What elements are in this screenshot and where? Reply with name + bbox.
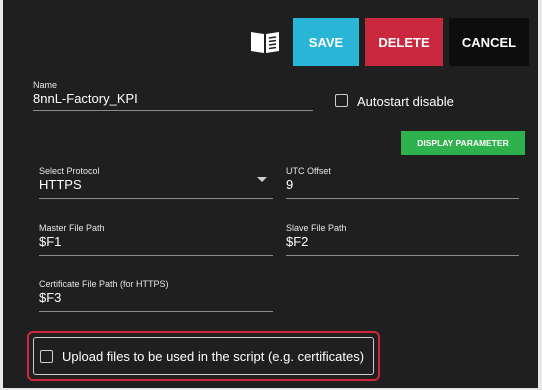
upload-files-highlight: Upload files to be used in the script (e…	[27, 331, 380, 381]
slave-file-path-field[interactable]: Slave File Path $F2	[286, 223, 519, 256]
protocol-underline	[39, 198, 273, 199]
master-file-path-underline	[39, 255, 273, 256]
slave-file-path-label: Slave File Path	[286, 223, 347, 233]
protocol-label: Select Protocol	[39, 166, 100, 176]
book-icon[interactable]	[249, 29, 281, 55]
delete-button[interactable]: DELETE	[365, 18, 443, 66]
certificate-file-path-value: $F3	[39, 290, 62, 305]
upload-files-checkbox[interactable]	[40, 350, 53, 363]
save-button[interactable]: SAVE	[293, 18, 359, 66]
master-file-path-label: Master File Path	[39, 223, 105, 233]
protocol-value: HTTPS	[39, 177, 82, 192]
job-settings-panel: SAVE DELETE CANCEL Name 8nnL-Factory_KPI…	[0, 0, 542, 390]
cancel-button[interactable]: CANCEL	[449, 18, 529, 66]
slave-file-path-value: $F2	[286, 234, 309, 249]
certificate-file-path-underline	[39, 311, 273, 312]
name-label: Name	[33, 80, 58, 90]
slave-file-path-underline	[286, 255, 519, 256]
utc-offset-underline	[286, 198, 519, 199]
upload-files-label: Upload files to be used in the script (e…	[62, 349, 365, 364]
autostart-label: Autostart disable	[357, 94, 454, 109]
chevron-down-icon[interactable]	[257, 177, 267, 182]
name-value: 8nnL-Factory_KPI	[33, 91, 138, 106]
display-parameter-button[interactable]: DISPLAY PARAMETER	[401, 131, 525, 155]
name-field[interactable]: Name 8nnL-Factory_KPI	[33, 80, 313, 111]
certificate-file-path-field[interactable]: Certificate File Path (for HTTPS) $F3	[39, 279, 273, 312]
master-file-path-value: $F1	[39, 234, 62, 249]
name-underline	[33, 110, 313, 111]
protocol-select[interactable]: Select Protocol HTTPS	[39, 166, 273, 199]
autostart-checkbox[interactable]	[335, 94, 348, 107]
master-file-path-field[interactable]: Master File Path $F1	[39, 223, 273, 256]
utc-offset-label: UTC Offset	[286, 166, 331, 176]
utc-offset-field[interactable]: UTC Offset 9	[286, 166, 519, 199]
utc-offset-value: 9	[286, 177, 294, 192]
certificate-file-path-label: Certificate File Path (for HTTPS)	[39, 279, 169, 289]
